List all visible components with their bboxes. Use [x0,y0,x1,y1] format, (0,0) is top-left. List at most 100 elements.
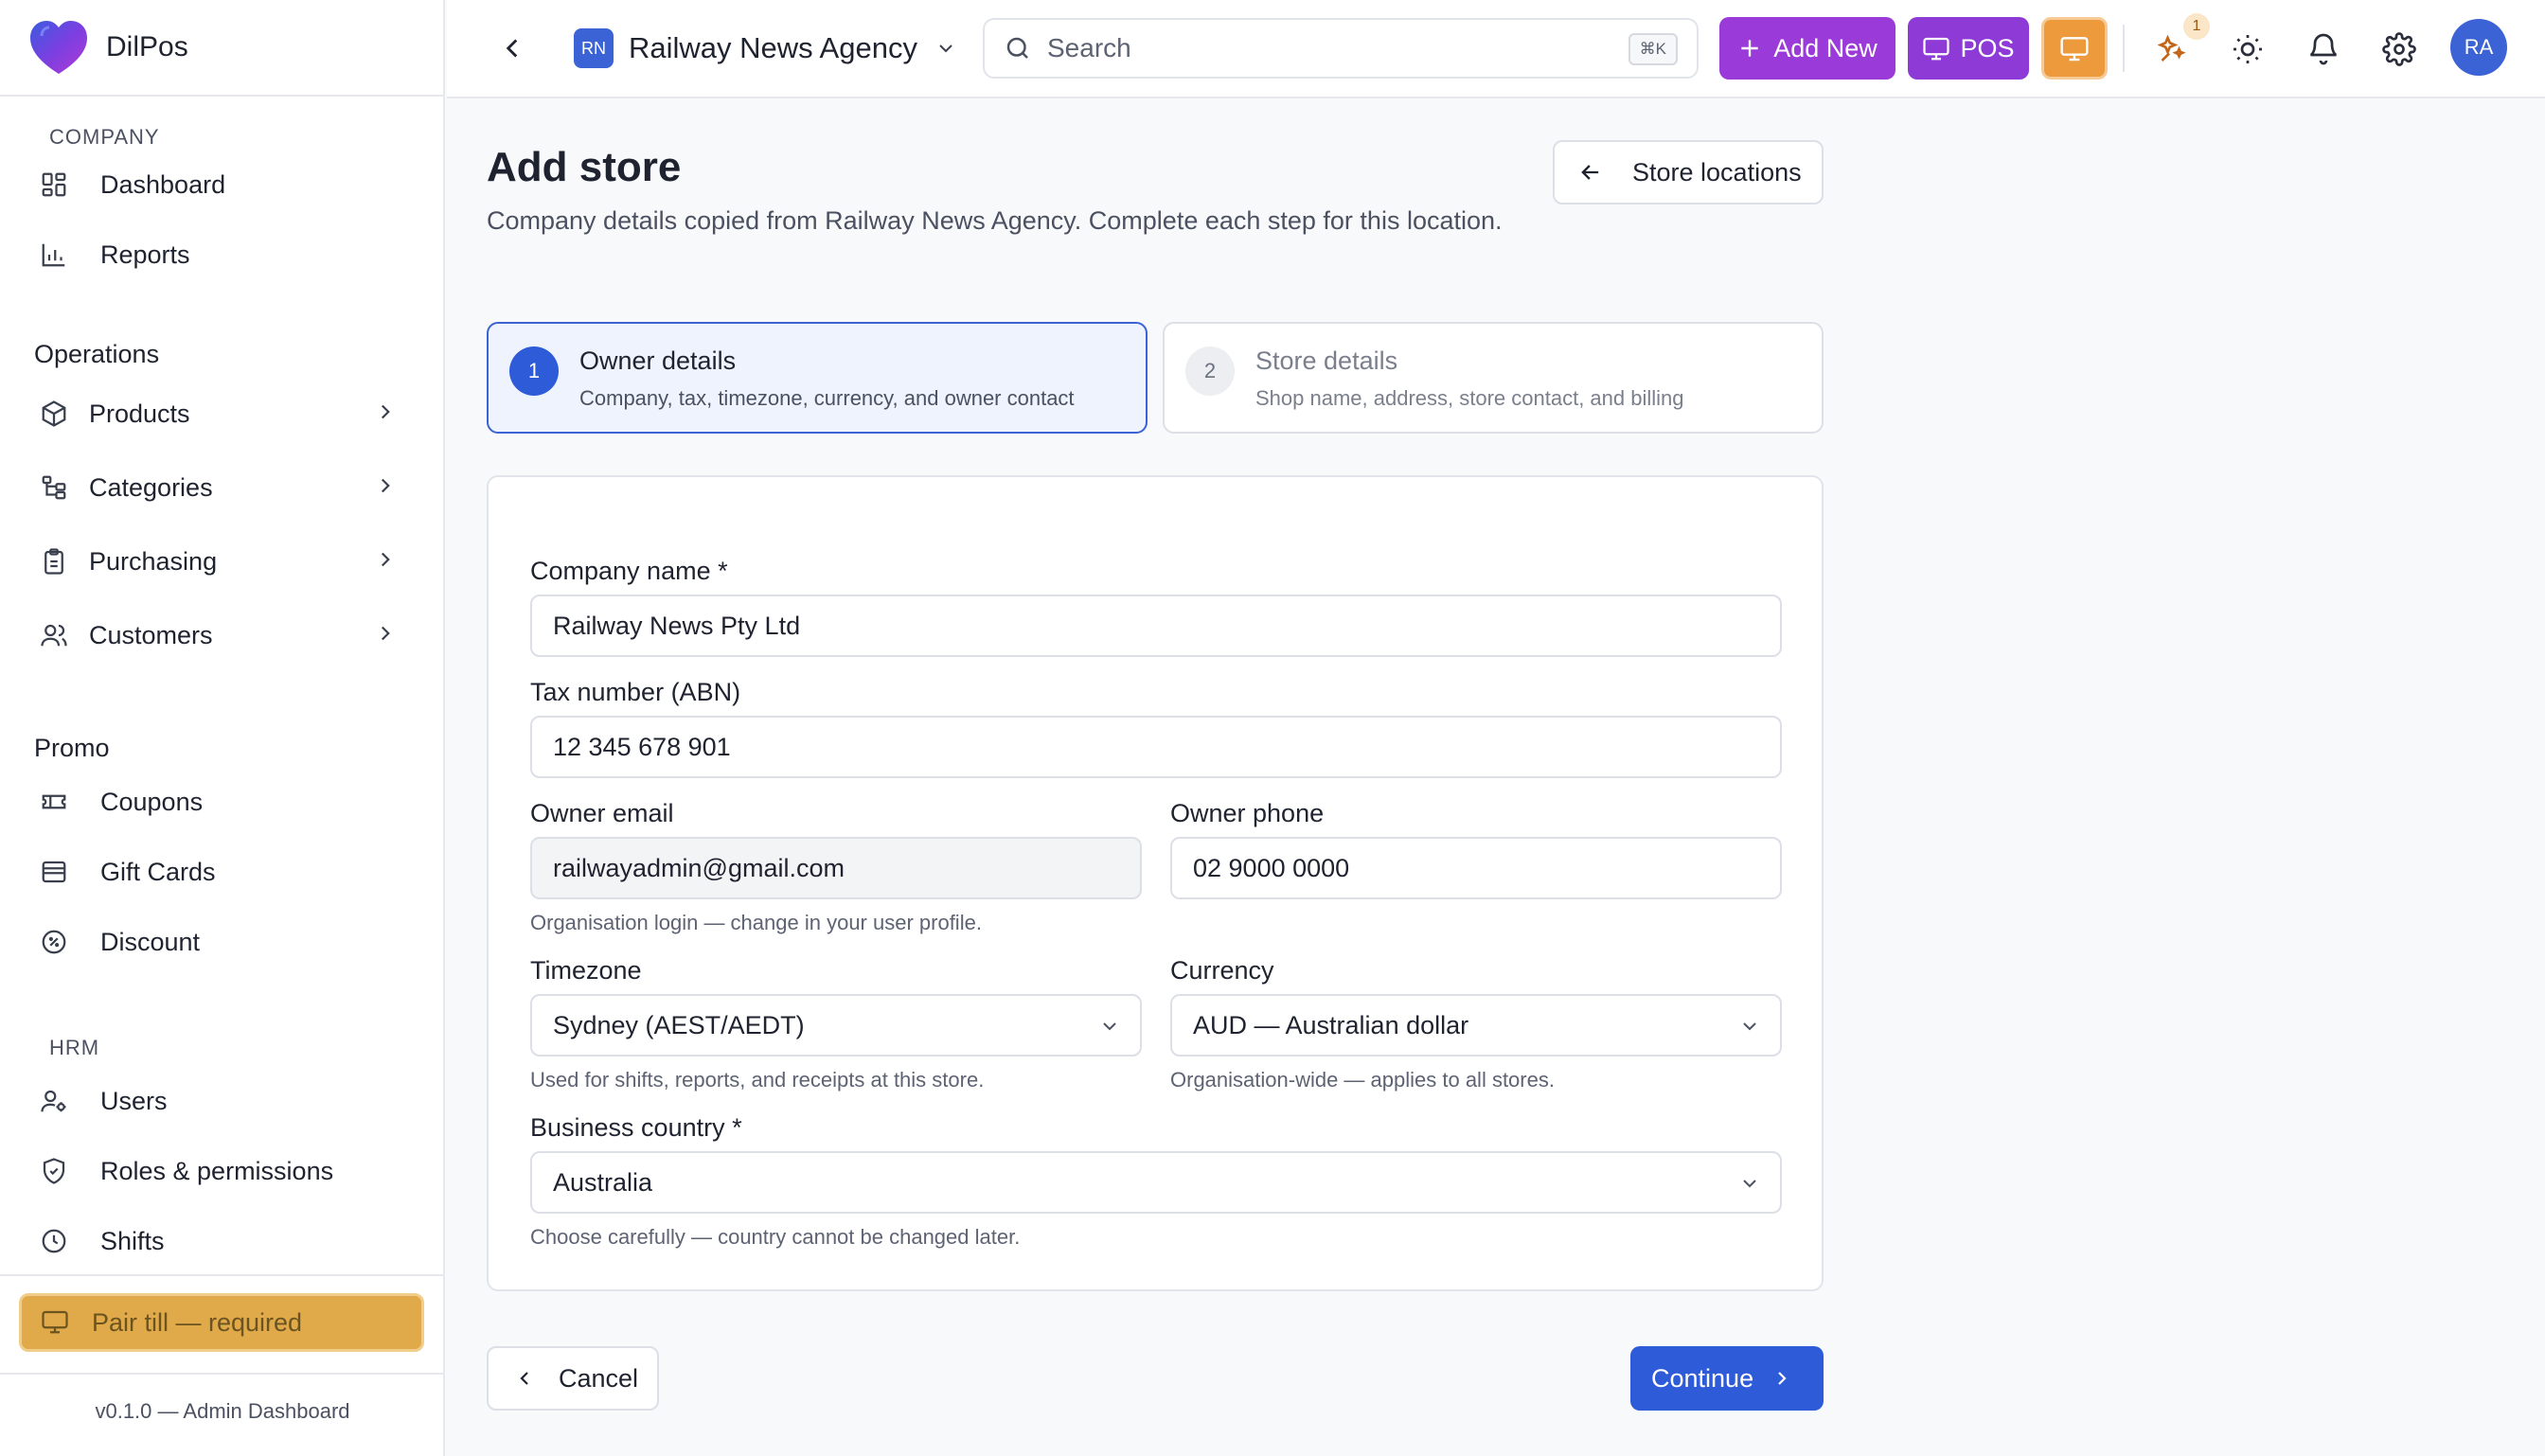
pair-till-button[interactable]: Pair till — required [19,1293,424,1352]
gear-icon[interactable] [2382,32,2416,66]
currency-select[interactable]: AUD — Australian dollar [1170,994,1782,1056]
customer-display-button[interactable] [2041,17,2108,80]
chevron-left-icon[interactable] [496,32,528,64]
sidebar-nav: COMPANY Dashboard Reports Operations Pro [0,97,443,1276]
sidebar-item-products[interactable]: Products [0,377,443,451]
gift-card-icon [38,856,70,888]
sidebar-item-coupons[interactable]: Coupons [0,767,443,837]
tax-number-field[interactable] [530,716,1782,778]
sidebar-item-purchasing[interactable]: Purchasing [0,524,443,598]
toolbar-divider [2123,25,2125,72]
pos-label: POS [1960,33,2015,62]
chevron-left-icon [520,1372,528,1385]
step-number: 1 [509,346,559,396]
chevron-down-icon [1743,1180,1756,1188]
organization-switcher[interactable]: RN Railway News Agency [574,28,957,68]
main-content: Add store Company details copied from Ra… [447,98,2545,1456]
store-locations-label: Store locations [1632,157,1802,186]
timezone-select[interactable]: Sydney (AEST/AEDT) [530,994,1142,1056]
dashboard-icon [38,169,70,201]
topbar: RN Railway News Agency ⌘K Add New POS 1 … [447,0,2545,98]
org-badge: RN [574,28,614,68]
business-country-value: Australia [553,1167,653,1197]
discount-icon [38,926,70,958]
shield-icon [38,1155,70,1187]
step-owner-details[interactable]: 1 Owner details Company, tax, timezone, … [487,322,1148,434]
sidebar-item-label: Dashboard [100,169,226,199]
chevron-down-icon [1743,1022,1756,1031]
currency-hint: Organisation-wide — applies to all store… [1170,1068,1555,1092]
hierarchy-icon [38,471,70,504]
sidebar-item-label: Customers [89,620,213,649]
sidebar-item-reports[interactable]: Reports [0,220,443,290]
page-title: Add store [487,144,682,190]
sidebar-item-dashboard[interactable]: Dashboard [0,150,443,220]
sidebar-item-users[interactable]: Users [0,1066,443,1136]
user-gear-icon [38,1085,70,1117]
search-input[interactable] [1047,33,1577,63]
app-root: DilPos COMPANY Dashboard Reports Operati… [0,0,2545,1456]
add-new-button[interactable]: Add New [1719,17,1895,80]
owner-email-label: Owner email [530,799,674,827]
pair-till-label: Pair till — required [92,1307,303,1337]
chevron-right-icon [381,626,390,641]
page-subtitle: Company details copied from Railway News… [487,206,1503,235]
step-store-details[interactable]: 2 Store details Shop name, address, stor… [1163,322,1824,434]
arrow-left-icon [1581,165,1599,180]
owner-phone-input[interactable] [1193,853,1780,883]
search-box[interactable]: ⌘K [983,18,1699,79]
sidebar-item-label: Products [89,399,190,428]
owner-details-form: Company name * Tax number (ABN) Owner em… [487,475,1824,1291]
sidebar-divider [0,1373,443,1375]
sidebar-item-label: Users [100,1086,168,1115]
plus-icon [1741,40,1758,57]
sidebar-item-discount[interactable]: Discount [0,907,443,977]
tax-number-label: Tax number (ABN) [530,678,741,706]
tax-number-input[interactable] [553,732,1780,762]
timezone-hint: Used for shifts, reports, and receipts a… [530,1068,985,1092]
owner-phone-field[interactable] [1170,837,1782,899]
continue-button[interactable]: Continue [1630,1346,1824,1411]
step-description: Shop name, address, store contact, and b… [1255,386,1684,410]
sidebar-item-shifts[interactable]: Shifts [0,1206,443,1276]
pos-button[interactable]: POS [1908,17,2029,80]
sidebar-item-label: Purchasing [89,546,218,576]
sidebar-item-label: Categories [89,472,213,502]
sidebar-item-label: Shifts [100,1226,165,1255]
sidebar-item-customers[interactable]: Customers [0,598,443,672]
company-name-field[interactable] [530,595,1782,657]
business-country-select[interactable]: Australia [530,1151,1782,1214]
company-name-input[interactable] [553,611,1780,641]
business-country-label: Business country * [530,1113,742,1142]
cancel-button[interactable]: Cancel [487,1346,659,1411]
sidebar-item-roles-permissions[interactable]: Roles & permissions [0,1136,443,1206]
clipboard-icon [38,545,70,577]
currency-label: Currency [1170,956,1274,985]
section-company: COMPANY [49,125,160,149]
bell-icon[interactable] [2306,32,2340,66]
timezone-value: Sydney (AEST/AEDT) [553,1010,805,1039]
sidebar-divider [0,1274,443,1276]
section-hrm: HRM [49,1036,100,1059]
sidebar-item-label: Coupons [100,787,204,816]
version-text: v0.1.0 — Admin Dashboard [95,1399,350,1423]
brand[interactable]: DilPos [0,0,443,97]
sidebar: DilPos COMPANY Dashboard Reports Operati… [0,0,445,1456]
sparkle-icon[interactable] [2155,32,2189,66]
avatar[interactable]: RA [2450,19,2507,76]
sidebar-item-categories[interactable]: Categories [0,451,443,524]
currency-value: AUD — Australian dollar [1193,1010,1469,1039]
chevron-right-icon [381,552,390,567]
chevron-right-icon [381,478,390,493]
continue-label: Continue [1651,1363,1754,1393]
clock-icon [38,1225,70,1257]
timezone-label: Timezone [530,956,642,985]
sidebar-item-label: Roles & permissions [100,1156,334,1185]
chevron-down-icon [939,44,952,53]
step-description: Company, tax, timezone, currency, and ow… [579,386,1075,410]
step-title: Owner details [579,346,737,375]
sun-icon[interactable] [2231,32,2265,66]
sidebar-item-gift-cards[interactable]: Gift Cards [0,837,443,907]
store-locations-button[interactable]: Store locations [1553,140,1824,204]
add-new-label: Add New [1773,33,1878,62]
